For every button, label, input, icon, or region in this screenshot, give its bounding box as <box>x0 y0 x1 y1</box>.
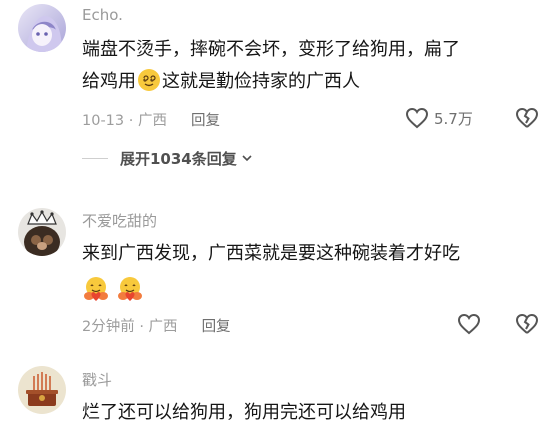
avatar[interactable] <box>18 208 66 256</box>
avatar[interactable] <box>18 4 66 52</box>
expand-replies-label: 展开1034条回复 <box>120 150 237 168</box>
username[interactable]: 戳斗 <box>82 369 112 390</box>
comment-text-line2a: 给鸡用 <box>82 71 136 92</box>
avatar[interactable] <box>18 366 66 414</box>
hugging-face-emoji <box>82 275 110 303</box>
broken-heart-icon <box>515 313 539 334</box>
heart-icon <box>456 311 482 337</box>
dislike-button[interactable] <box>514 105 540 131</box>
like-count: 5.7万 <box>434 109 473 128</box>
time-location: 2分钟前 · 广西 <box>82 319 178 335</box>
smiling-face-with-spiral-eyes-emoji <box>138 69 160 91</box>
username[interactable]: Echo. <box>82 6 123 24</box>
reply-button[interactable]: 回复 <box>191 113 220 129</box>
comment-text-line2b: 这就是勤俭持家的广西人 <box>162 71 360 92</box>
reply-button[interactable]: 回复 <box>202 319 231 335</box>
comment-text-line1: 端盘不烫手，摔碗不会坏，变形了给狗用，扁了 <box>82 39 460 60</box>
broken-heart-icon <box>515 107 539 128</box>
comment-text: 来到广西发现，广西菜就是要这种碗装着才好吃 <box>82 238 542 270</box>
dislike-button[interactable] <box>514 311 540 337</box>
comment-text-line1: 烂了还可以给狗用，狗用完还可以给鸡用 <box>82 402 406 423</box>
heart-icon <box>404 105 430 131</box>
expand-replies-button[interactable]: 展开1034条回复 <box>82 148 253 169</box>
hugging-face-emoji <box>116 275 144 303</box>
comment-text: 端盘不烫手，摔碗不会坏，变形了给狗用，扁了 给鸡用 这就是勤俭持家的广西人 <box>82 34 542 98</box>
time-location: 10-13 · 广西 <box>82 113 167 129</box>
comment-text: 烂了还可以给狗用，狗用完还可以给鸡用 <box>82 397 542 429</box>
username[interactable]: 不爱吃甜的 <box>82 210 157 231</box>
comment-meta: 2分钟前 · 广西 回复 <box>82 315 231 336</box>
chevron-down-icon <box>241 150 253 168</box>
divider-line <box>82 158 108 159</box>
comment-meta: 10-13 · 广西 回复 <box>82 109 220 130</box>
emoji-row <box>82 275 144 303</box>
like-button[interactable] <box>456 311 482 337</box>
comment-text-line1: 来到广西发现，广西菜就是要这种碗装着才好吃 <box>82 243 460 264</box>
like-button[interactable]: 5.7万 <box>404 105 473 131</box>
